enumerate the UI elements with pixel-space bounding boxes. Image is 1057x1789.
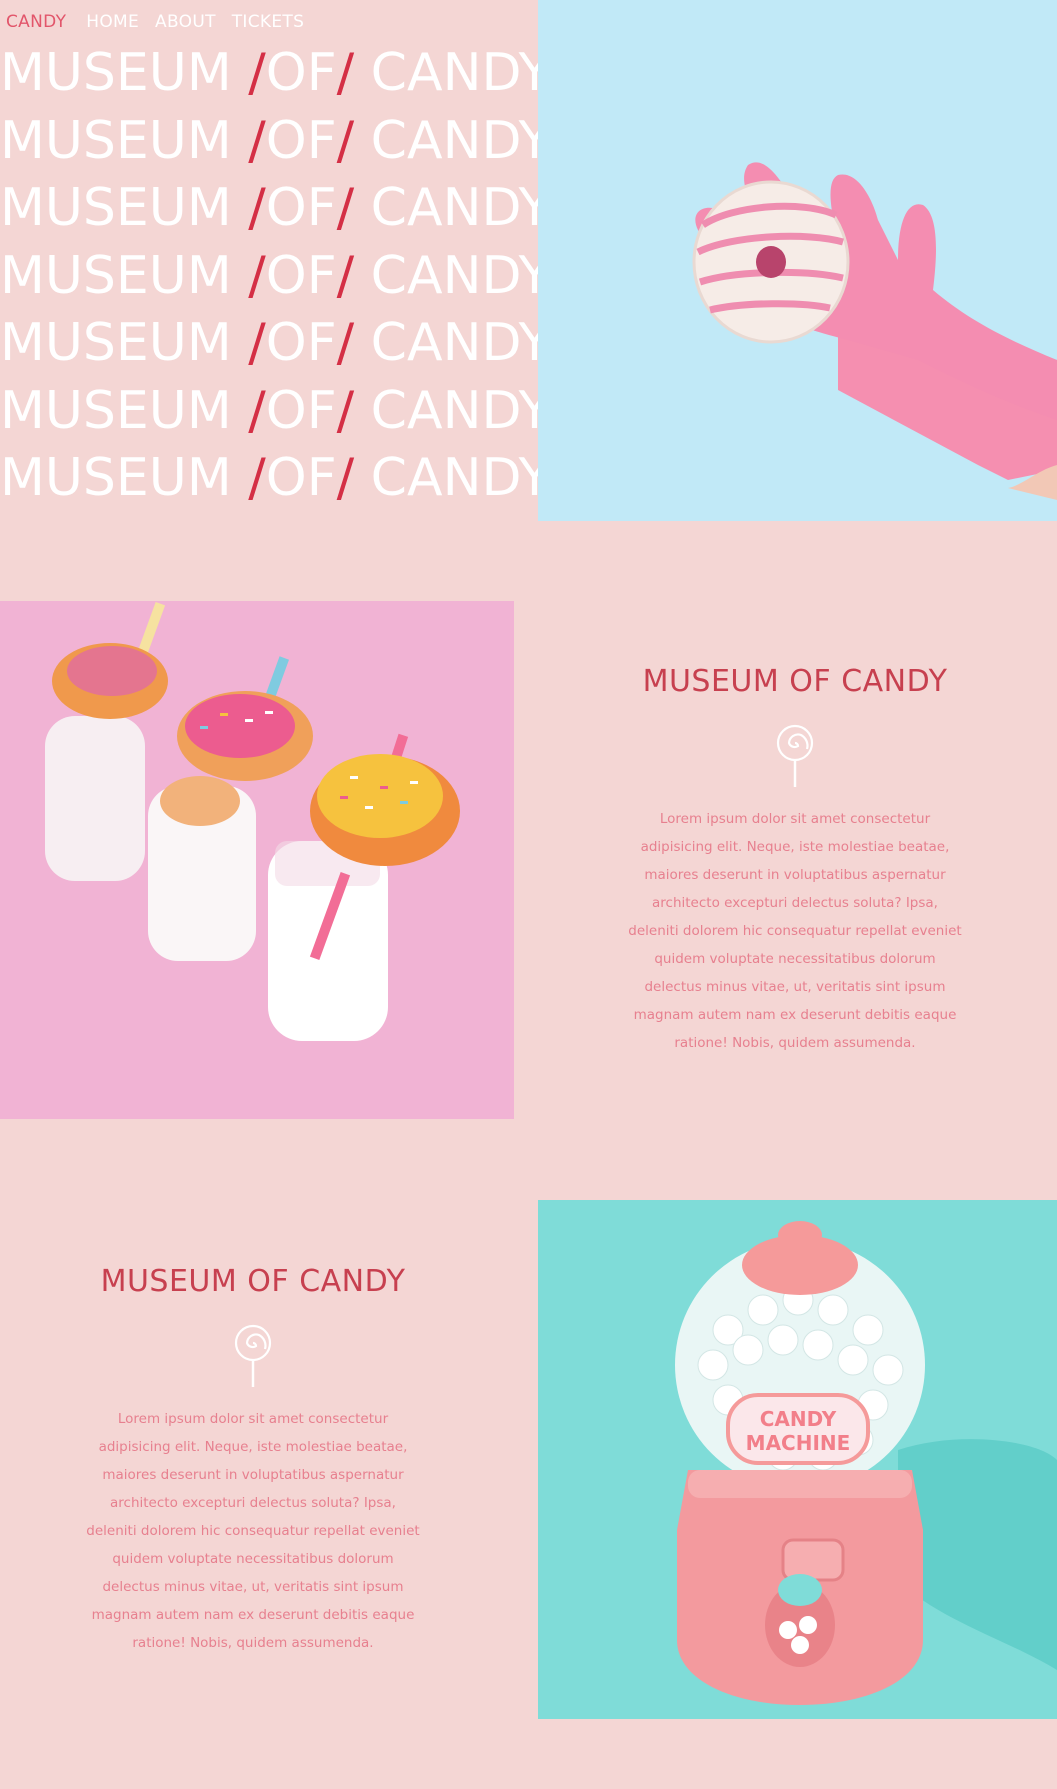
donut-in-glove-image <box>538 0 1057 521</box>
candy-machine-image: CANDY MACHINE <box>538 1200 1057 1719</box>
section-body: Lorem ipsum dolor sit amet consectetur a… <box>86 1411 420 1651</box>
nav-link-home[interactable]: HOME <box>86 12 139 32</box>
candy-machine-label-line2: MACHINE <box>746 1431 851 1455</box>
nav-link-about[interactable]: ABOUT <box>155 12 216 32</box>
info-section-2: MUSEUM OF CANDY Lorem ipsum dolor sit am… <box>68 1264 438 1657</box>
section-title: MUSEUM OF CANDY <box>100 1264 406 1299</box>
lollipop-icon <box>775 723 815 789</box>
hero-line: MUSEUM /OF/ CANDY <box>0 380 551 441</box>
hero-line: MUSEUM /OF/ CANDY <box>0 178 551 238</box>
candy-machine-label-line1: CANDY <box>760 1407 837 1431</box>
top-nav: CANDY HOME ABOUT TICKETS <box>0 10 304 34</box>
hero-line: MUSEUM /OF/ CANDY <box>0 110 551 171</box>
hero-title-repeat: MUSEUM /OF/ CANDY MUSEUM /OF/ CANDY MUSE… <box>0 40 550 513</box>
hero-line: MUSEUM /OF/ CANDY <box>0 448 551 508</box>
section-body: Lorem ipsum dolor sit amet consectetur a… <box>628 811 962 1051</box>
nav-link-tickets[interactable]: TICKETS <box>232 12 304 32</box>
section-title: MUSEUM OF CANDY <box>642 664 948 699</box>
hero-line: MUSEUM /OF/ CANDY <box>0 245 551 306</box>
hero-line: MUSEUM /OF/ CANDY <box>0 43 551 103</box>
brand-logo-link[interactable]: CANDY <box>6 12 66 32</box>
hero-section: MUSEUM /OF/ CANDY MUSEUM /OF/ CANDY MUSE… <box>0 0 550 521</box>
info-section-1: MUSEUM OF CANDY Lorem ipsum dolor sit am… <box>610 664 980 1057</box>
hero-line: MUSEUM /OF/ CANDY <box>0 313 551 373</box>
milk-bottles-with-donuts-image <box>0 601 514 1119</box>
lollipop-icon <box>233 1323 273 1389</box>
